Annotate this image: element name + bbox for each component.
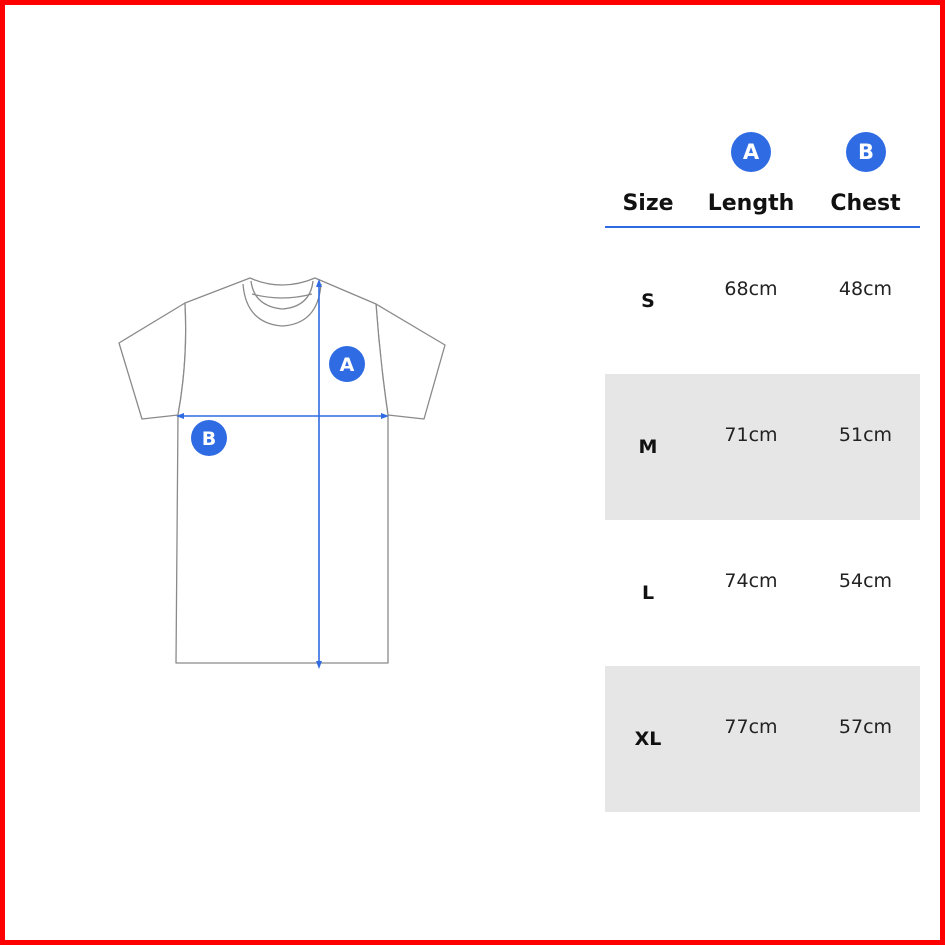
length-header-badge: A (731, 132, 771, 172)
header-badge-row: A B (605, 125, 920, 180)
header-chest: Chest (830, 190, 901, 216)
chest-badge-label: B (202, 428, 216, 450)
header-size: Size (622, 190, 674, 216)
size-chart-table: A B Size Length Chest S 68cm 48cm M 71cm… (605, 125, 920, 812)
shirt-body (175, 277, 389, 664)
size-cell: XL (634, 728, 662, 750)
chest-cell: 57cm (838, 716, 893, 738)
table-row: S 68cm 48cm (605, 228, 920, 374)
chest-badge: B (191, 420, 227, 456)
length-cell: 71cm (724, 424, 778, 446)
table-header: Size Length Chest (605, 180, 920, 228)
table-row: XL 77cm 57cm (605, 666, 920, 812)
table-row: M 71cm 51cm (605, 374, 920, 520)
table-row: L 74cm 54cm (605, 520, 920, 666)
length-badge-label: A (340, 354, 355, 376)
size-cell: M (638, 436, 658, 458)
chest-cell: 48cm (838, 278, 893, 300)
size-cell: L (641, 582, 655, 604)
header-length: Length (707, 190, 795, 216)
left-sleeve (118, 302, 187, 420)
length-arrow-bottom (316, 661, 322, 669)
chest-cell: 54cm (838, 570, 893, 592)
chest-cell: 51cm (838, 424, 893, 446)
length-cell: 68cm (724, 278, 778, 300)
size-cell: S (641, 290, 655, 312)
length-cell: 77cm (724, 716, 778, 738)
length-badge: A (329, 346, 365, 382)
length-cell: 74cm (724, 570, 778, 592)
chest-header-badge: B (846, 132, 886, 172)
